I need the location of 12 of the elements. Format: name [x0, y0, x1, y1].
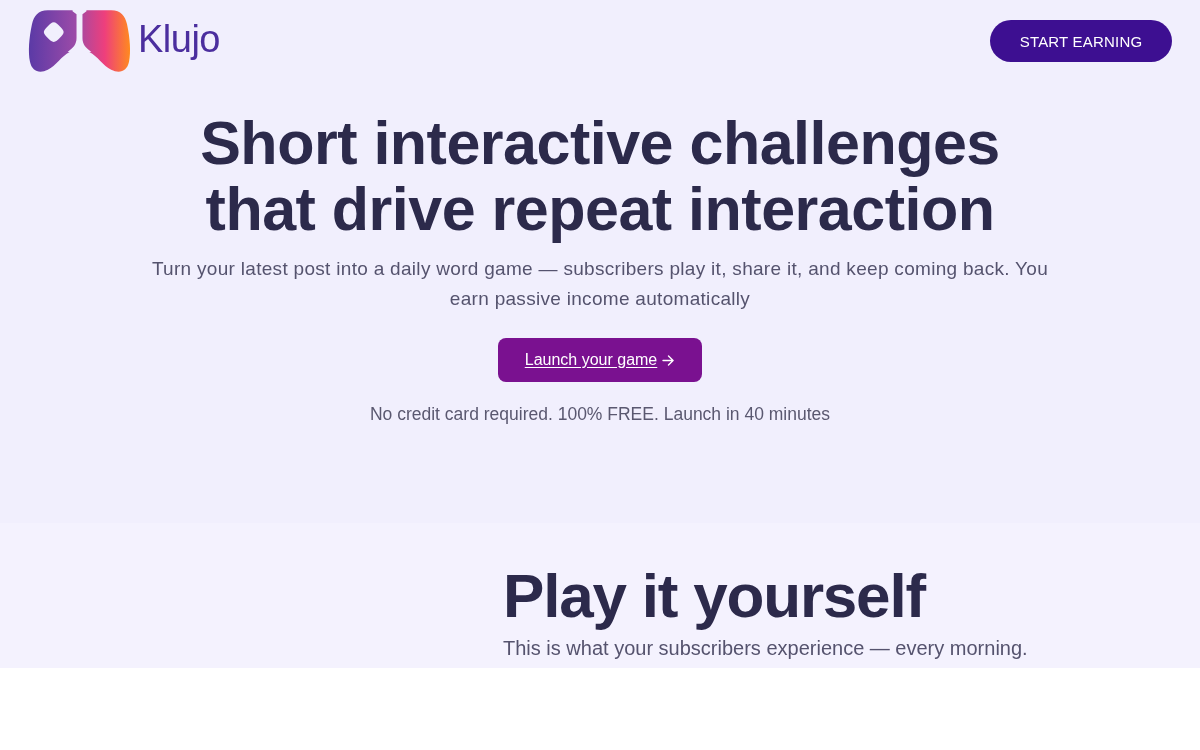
section-subtitle: This is what your subscribers experience — every morning. [503, 637, 1029, 660]
launch-game-button[interactable]: Launch your game [498, 338, 702, 382]
arrow-right-icon [662, 354, 676, 366]
hero-title-line: that drive repeat interaction [205, 176, 995, 242]
gamepad-logo-icon [28, 8, 131, 74]
logo-link[interactable]: Klujo [28, 8, 220, 74]
logo-wordmark: Klujo [138, 17, 220, 62]
hero-subtitle: Turn your latest post into a daily word game — subscribers play it, share it, and keep coming back. You earn passive income automatically [150, 257, 1050, 311]
hero-title-line: Short interactive challenges [200, 110, 1000, 176]
hero-note: No credit card required. 100% FREE. Launch in 40 minutes [369, 404, 831, 425]
section-title: Play it yourself [503, 561, 928, 631]
start-earning-button[interactable]: START EARNING [990, 20, 1172, 62]
